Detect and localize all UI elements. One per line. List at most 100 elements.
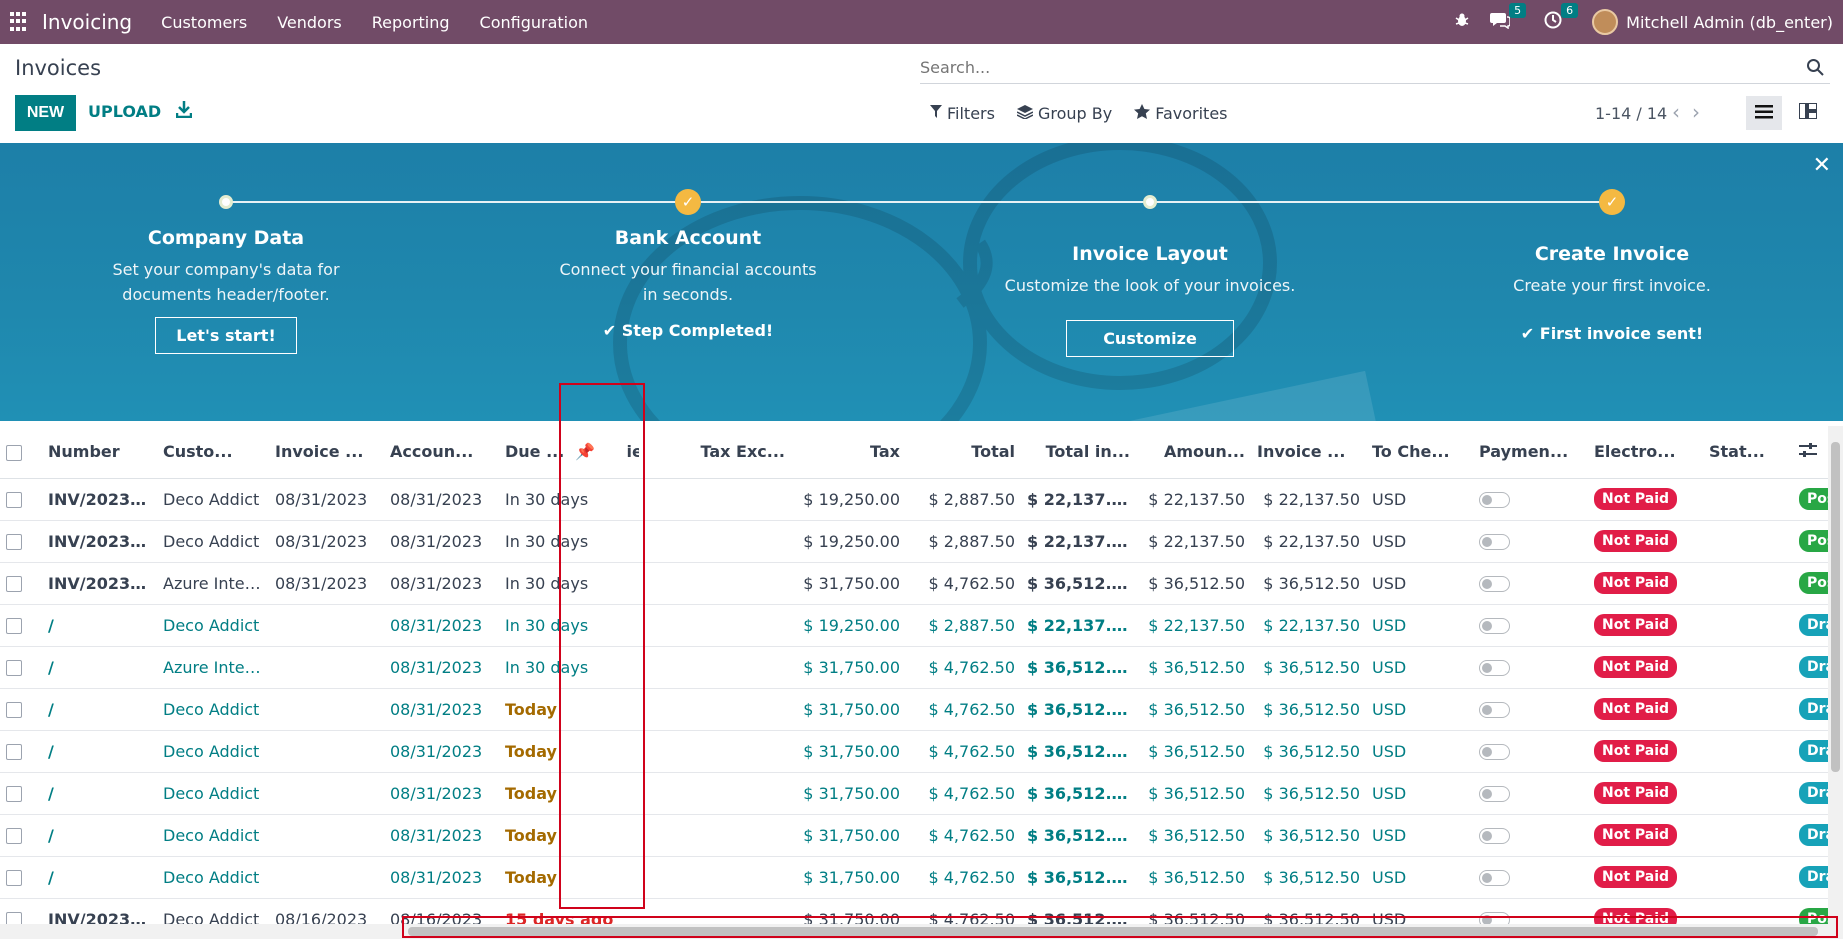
select-all-checkbox[interactable] [0,426,42,479]
column-header[interactable]: Accoun... [384,426,499,479]
favorites-button[interactable]: Favorites [1134,104,1228,123]
menu-customers[interactable]: Customers [146,13,262,32]
app-name[interactable]: Invoicing [42,10,132,34]
status-badge: Draft [1799,656,1828,678]
column-header[interactable]: Tax Exc... [639,426,791,479]
status-badge: Draft [1799,782,1828,804]
cell-customer: Deco Addict [157,478,269,521]
cell-tax-excluded: $ 31,750.00 [791,772,906,815]
table-row[interactable]: INV/2023/0... Deco Addict 08/31/2023 08/31/… [0,478,1828,521]
optional-columns-button[interactable] [1793,426,1828,479]
row-checkbox[interactable] [0,520,42,563]
status-badge: Draft [1799,866,1828,888]
row-checkbox[interactable] [0,898,42,926]
to-check-toggle[interactable] [1473,856,1588,899]
cell-activities [639,562,791,605]
row-checkbox[interactable] [0,646,42,689]
table-row[interactable]: INV/2023/0... Deco Addict 08/31/2023 08/31/… [0,520,1828,563]
new-button[interactable]: NEW [15,95,76,131]
to-check-toggle[interactable] [1473,646,1588,689]
column-header[interactable]: Number [42,426,157,479]
kanban-view-button[interactable] [1790,96,1826,130]
column-header[interactable]: Amoun... [1136,426,1251,479]
status-badge: Draft [1799,740,1828,762]
lets-start-button[interactable]: Let's start! [155,317,297,354]
pager-value[interactable]: 1-14 / 14 [1595,104,1667,123]
list-view-button[interactable] [1746,96,1782,130]
chat-icon[interactable]: 5 [1490,3,1527,33]
progress-line [226,201,1612,203]
column-header[interactable]: To Che... [1366,426,1473,479]
search-icon[interactable] [1806,58,1824,80]
menu-vendors[interactable]: Vendors [262,13,357,32]
menu-configuration[interactable]: Configuration [465,13,604,32]
to-check-toggle[interactable] [1473,730,1588,773]
menu-reporting[interactable]: Reporting [357,13,465,32]
app-grid-icon[interactable] [10,12,30,32]
cell-total-currency: $ 36,512.50 [1136,856,1251,899]
cell-customer: Deco Addict [157,520,269,563]
row-checkbox[interactable] [0,562,42,605]
customize-button[interactable]: Customize [1066,320,1234,357]
column-header[interactable]: Total in... [1021,426,1136,479]
to-check-toggle[interactable] [1473,814,1588,857]
sliders-icon [1799,442,1817,462]
table-row[interactable]: / Deco Addict 08/31/2023 In 30 days $ 19,250… [0,604,1828,647]
table-row[interactable]: / Deco Addict 08/31/2023 Today $ 31,750.00 $ … [0,730,1828,773]
groupby-button[interactable]: Group By [1016,104,1112,123]
column-header[interactable]: Invoice ... [269,426,384,479]
table-row[interactable]: / Deco Addict 08/31/2023 Today $ 31,750.00 $ … [0,772,1828,815]
row-checkbox[interactable] [0,772,42,815]
row-checkbox[interactable] [0,688,42,731]
cell-payment-status: Not Paid [1588,772,1703,815]
table-row[interactable]: / Deco Addict 08/31/2023 Today $ 31,750.00 $ … [0,856,1828,899]
cell-payment-status: Not Paid [1588,646,1703,689]
search-input[interactable] [920,52,1780,82]
payment-status-badge: Not Paid [1594,824,1678,846]
vertical-scrollbar[interactable] [1828,426,1843,924]
user-menu[interactable]: Mitchell Admin (db_enter) [1592,9,1833,35]
cell-total: $ 36,512.50 [1021,856,1136,899]
to-check-toggle[interactable] [1473,604,1588,647]
column-header[interactable]: Total [906,426,1021,479]
table-row[interactable]: / Deco Addict 08/31/2023 Today $ 31,750.00 $ … [0,688,1828,731]
table-row[interactable]: / Deco Addict 08/31/2023 Today $ 31,750.00 $ … [0,814,1828,857]
cell-total-currency: $ 22,137.50 [1136,478,1251,521]
step-title: Invoice Layout [1072,243,1228,265]
to-check-toggle[interactable] [1473,562,1588,605]
to-check-toggle[interactable] [1473,478,1588,521]
page-title[interactable]: Invoices [15,56,101,80]
scrollbar-thumb[interactable] [1831,442,1840,772]
column-header[interactable]: Stat... [1703,426,1793,479]
table-row[interactable]: INV/2023/0... Azure Inter... 08/31/2023 08/… [0,562,1828,605]
cell-invoice-date [269,772,384,815]
to-check-toggle[interactable] [1473,688,1588,731]
table-header: Number Custo... Invoice ... Accoun... Du… [0,426,1828,479]
clock-icon[interactable]: 6 [1544,3,1579,33]
column-header[interactable]: Custo... [157,426,269,479]
table-row[interactable]: / Azure Inter... 08/31/2023 In 30 days $ 31,… [0,646,1828,689]
step-description: Create your first invoice. [1513,276,1711,295]
chevron-left-icon[interactable]: ‹ [1672,100,1680,124]
column-header[interactable]: Invoice ... [1251,426,1366,479]
row-checkbox[interactable] [0,478,42,521]
bug-icon[interactable] [1454,12,1470,32]
column-header[interactable]: Electro... [1588,426,1703,479]
cell-customer: Deco Addict [157,814,269,857]
chevron-right-icon[interactable]: › [1692,100,1700,124]
column-header[interactable]: Tax [791,426,906,479]
to-check-toggle[interactable] [1473,772,1588,815]
filters-button[interactable]: Filters [930,104,995,123]
to-check-toggle[interactable] [1473,520,1588,563]
cell-payment-status: Not Paid [1588,520,1703,563]
row-checkbox[interactable] [0,604,42,647]
cell-amount-due: $ 36,512.50 [1251,730,1366,773]
row-checkbox[interactable] [0,730,42,773]
row-checkbox[interactable] [0,814,42,857]
row-checkbox[interactable] [0,856,42,899]
close-icon[interactable]: ✕ [1813,153,1831,178]
cell-amount-due: $ 22,137.50 [1251,478,1366,521]
upload-button[interactable]: UPLOAD [88,102,161,121]
column-header[interactable]: Paymen... [1473,426,1588,479]
download-icon[interactable] [175,100,194,120]
